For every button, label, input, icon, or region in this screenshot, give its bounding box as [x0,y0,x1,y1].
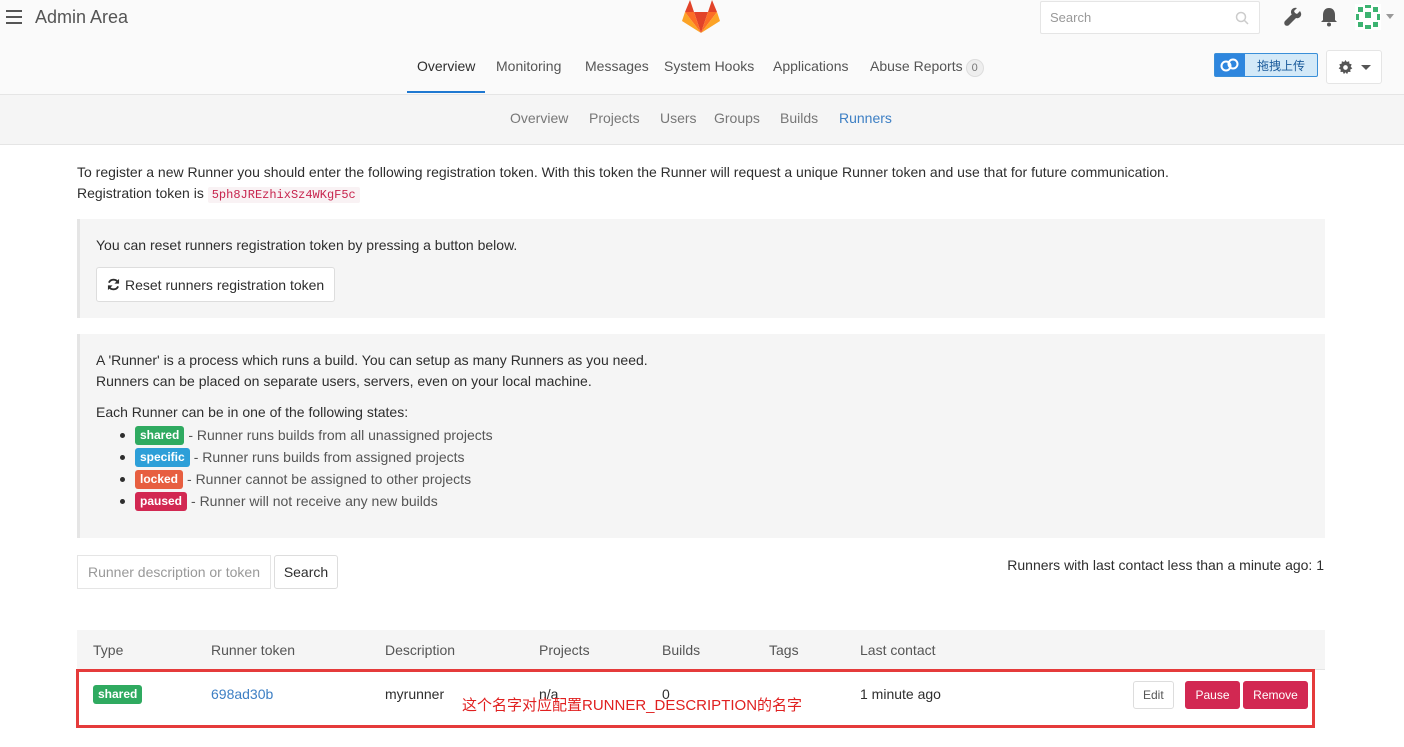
list-item: shared - Runner runs builds from all unas… [135,424,493,446]
runner-definition: A 'Runner' is a process which runs a bui… [96,352,648,368]
subnav-overview[interactable]: Overview [510,110,568,126]
reset-token-button[interactable]: Reset runners registration token [96,267,336,302]
admin-subnav: Overview Projects Users Groups Builds Ru… [0,95,1404,145]
tab-overview[interactable]: Overview [407,46,486,93]
state-description: - Runner will not receive any new builds [191,493,438,509]
reset-button-label: Reset runners registration token [125,276,325,293]
registration-token-line: Registration token is 5ph8JREzhixSz4WKgF… [77,183,1327,206]
runner-last-contact: 1 minute ago [860,686,941,702]
upload-label: 拖拽上传 [1256,58,1305,73]
column-header: Type [93,642,124,658]
edit-runner-button[interactable]: Edit [1133,681,1174,709]
subnav-groups[interactable]: Groups [714,110,760,126]
gitlab-logo-icon[interactable] [682,0,720,34]
list-item: specific - Runner runs builds from assign… [135,446,493,468]
runner-type: shared [93,685,146,704]
remove-runner-button[interactable]: Remove [1243,681,1308,709]
top-header: Admin Area Overview Monitoring Messages [0,0,1404,95]
chevron-down-icon[interactable] [1386,14,1394,19]
subnav-runners[interactable]: Runners [839,110,892,126]
bell-icon[interactable] [1320,7,1338,27]
list-item: paused - Runner will not receive any new … [135,490,493,512]
runners-table-header: Type Runner token Description Projects B… [77,630,1325,670]
paused-badge: paused [135,491,188,511]
intro-text: To register a new Runner you should ente… [77,164,1169,180]
reset-instructions: You can reset runners registration token… [96,237,518,253]
column-header: Builds [662,642,701,658]
subnav-builds[interactable]: Builds [780,110,818,126]
state-description: - Runner cannot be assigned to other pro… [187,471,472,487]
subnav-users[interactable]: Users [660,110,697,126]
runner-search-input[interactable] [77,555,271,589]
subnav-projects[interactable]: Projects [589,110,640,126]
locked-badge: locked [135,469,184,489]
abuse-count-badge: 0 [965,59,984,77]
column-header: Last contact [860,642,936,658]
avatar[interactable] [1355,4,1381,30]
runner-token-link[interactable]: 698ad30b [211,686,273,702]
pause-runner-button[interactable]: Pause [1185,681,1240,709]
registration-token: 5ph8JREzhixSz4WKgF5c [207,187,360,203]
tab-abuse-reports[interactable]: Abuse Reports 0 [860,46,994,93]
tab-system-hooks[interactable]: System Hooks [654,46,764,93]
settings-dropdown[interactable] [1326,50,1382,84]
specific-badge: specific [135,447,190,467]
token-prefix: Registration token is [77,185,204,201]
runner-description: myrunner [385,686,445,702]
tab-messages[interactable]: Messages [575,46,659,93]
runner-search-button[interactable]: Search [274,555,338,589]
shared-badge: shared [135,425,185,445]
column-header: Tags [769,642,799,658]
menu-icon[interactable] [6,10,22,24]
registration-intro: To register a new Runner you should ente… [77,162,1327,206]
search-input[interactable] [1050,2,1230,33]
chevron-down-icon [1360,64,1371,70]
gear-icon [1338,59,1352,74]
refresh-icon [107,278,120,291]
list-item: locked - Runner cannot be assigned to oth… [135,468,493,490]
runner-placement: Runners can be placed on separate users,… [96,373,592,389]
cloud-icon [1215,54,1245,76]
tab-applications[interactable]: Applications [763,46,859,93]
runner-info-panel: A 'Runner' is a process which runs a bui… [77,334,1325,538]
page-title: Admin Area [35,7,129,27]
column-header: Description [385,642,456,658]
reset-token-panel: You can reset runners registration token… [77,219,1325,318]
states-heading: Each Runner can be in one of the followi… [96,404,409,420]
state-description: - Runner runs builds from assigned proje… [193,449,465,465]
runner-states-list: shared - Runner runs builds from all unas… [135,424,493,512]
tab-monitoring[interactable]: Monitoring [486,46,571,93]
contact-summary: Runners with last contact less than a mi… [1007,557,1324,573]
column-header: Runner token [211,642,296,658]
wrench-icon[interactable] [1283,7,1303,27]
annotation-note: 这个名字对应配置RUNNER_DESCRIPTION的名字 [462,697,803,714]
search-icon [1235,11,1249,25]
upload-button[interactable]: 拖拽上传 [1214,53,1318,77]
column-header: Projects [539,642,590,658]
shared-badge: shared [93,685,143,704]
admin-nav-tabs: Overview Monitoring Messages System Hook… [0,46,1404,94]
state-description: - Runner runs builds from all unassigned… [188,427,493,443]
global-search[interactable] [1040,1,1260,34]
